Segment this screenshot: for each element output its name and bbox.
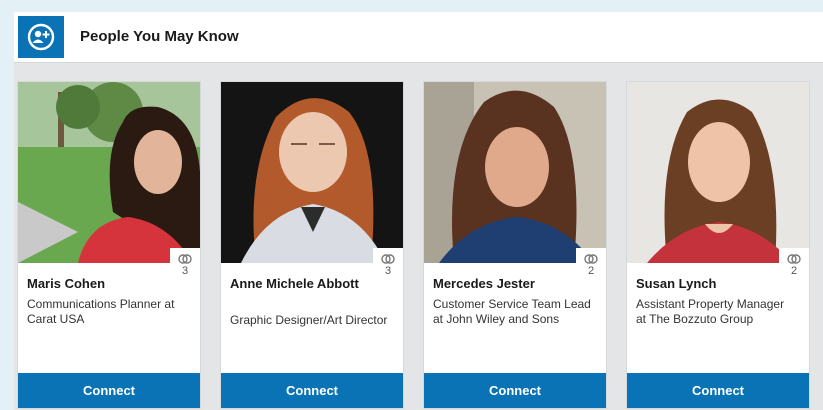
profile-photo[interactable]: [18, 82, 200, 263]
person-title: Communications Planner at Carat USA: [27, 297, 175, 326]
profile-photo[interactable]: [424, 82, 606, 263]
shared-connections[interactable]: 3: [373, 248, 403, 290]
shared-connections-count: 2: [587, 265, 595, 277]
shared-connections[interactable]: 2: [576, 248, 606, 290]
people-you-may-know-panel: People You May Know 3 Maris Cohen Commun…: [14, 12, 823, 410]
shared-connections-icon: [381, 254, 395, 264]
person-card: 2 Mercedes Jester Customer Service Team …: [424, 82, 606, 408]
person-card: 2 Susan Lynch Assistant Property Manager…: [627, 82, 809, 408]
connect-button[interactable]: Connect: [221, 373, 403, 408]
person-card: 3 Anne Michele Abbott Graphic Designer/A…: [221, 82, 403, 408]
connect-button[interactable]: Connect: [627, 373, 809, 408]
add-connection-icon: [18, 16, 64, 58]
person-title: Customer Service Team Lead at John Wiley…: [433, 297, 591, 326]
person-title: Assistant Property Manager at The Bozzut…: [636, 297, 785, 326]
person-title: Graphic Designer/Art Director: [230, 313, 388, 327]
shared-connections-count: 3: [181, 265, 189, 277]
person-name[interactable]: Anne Michele Abbott: [230, 276, 366, 291]
profile-photo[interactable]: [221, 82, 403, 263]
shared-connections-icon: [178, 254, 192, 264]
connect-button[interactable]: Connect: [18, 373, 200, 408]
person-name[interactable]: Maris Cohen: [27, 276, 163, 291]
shared-connections-icon: [584, 254, 598, 264]
profile-photo[interactable]: [627, 82, 809, 263]
person-card: 3 Maris Cohen Communications Planner at …: [18, 82, 200, 408]
shared-connections[interactable]: 3: [170, 248, 200, 290]
shared-connections[interactable]: 2: [779, 248, 809, 290]
shared-connections-count: 2: [790, 265, 798, 277]
panel-header: People You May Know: [14, 12, 823, 63]
shared-connections-icon: [787, 254, 801, 264]
panel-title: People You May Know: [80, 28, 239, 45]
person-name[interactable]: Susan Lynch: [636, 276, 772, 291]
shared-connections-count: 3: [384, 265, 392, 277]
connect-button[interactable]: Connect: [424, 373, 606, 408]
person-name[interactable]: Mercedes Jester: [433, 276, 569, 291]
